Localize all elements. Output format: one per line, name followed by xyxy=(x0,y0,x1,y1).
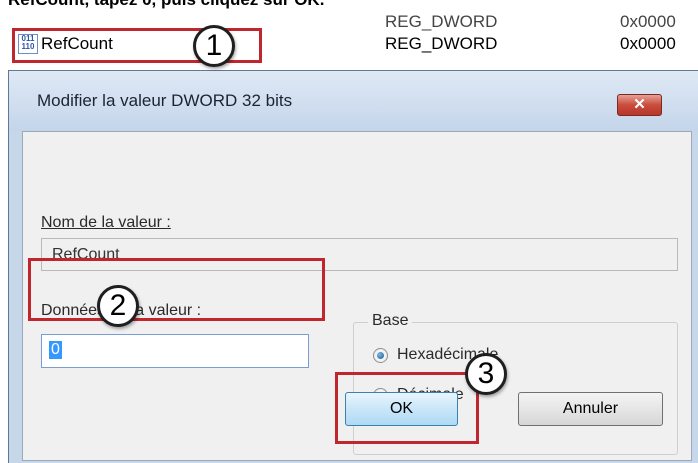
dialog-title: Modifier la valeur DWORD 32 bits xyxy=(37,91,293,110)
instruction-text: RefCount, tapez 0, puis cliquez sur OK. xyxy=(8,0,324,10)
callout-3: 3 xyxy=(465,353,507,395)
prev-data-partial: 0x0000 xyxy=(620,12,676,31)
callout-1: 1 xyxy=(193,25,235,67)
base-label: Base xyxy=(368,312,413,330)
registry-value-data: 0x0000 xyxy=(620,34,676,53)
close-icon: ✕ xyxy=(633,96,646,113)
value-data-text: 0 xyxy=(49,341,62,359)
prev-type-partial: REG_DWORD xyxy=(385,12,498,31)
registry-value-type: REG_DWORD xyxy=(385,34,498,53)
dialog-titlebar[interactable]: Modifier la valeur DWORD 32 bits ✕ xyxy=(9,71,698,131)
value-data-input[interactable]: 0 xyxy=(41,334,309,368)
highlight-box-3 xyxy=(335,372,479,444)
cancel-button[interactable]: Annuler xyxy=(518,392,663,426)
highlight-box-2 xyxy=(28,258,325,321)
value-name-label: Nom de la valeur : xyxy=(41,214,171,231)
radio-checked-icon[interactable] xyxy=(373,348,388,363)
close-button[interactable]: ✕ xyxy=(617,94,662,116)
callout-2: 2 xyxy=(97,285,139,327)
